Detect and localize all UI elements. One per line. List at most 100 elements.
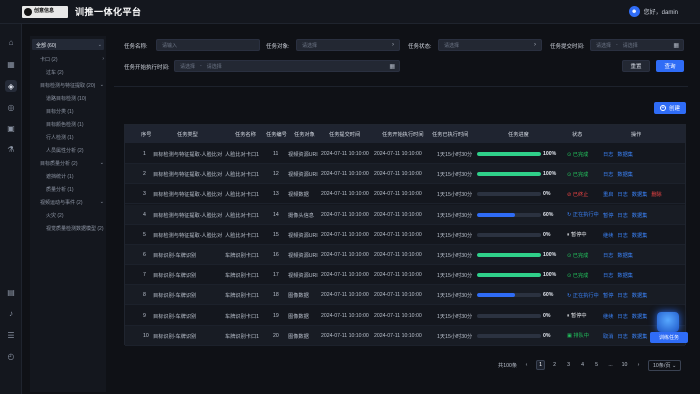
page-button[interactable]: 4 xyxy=(578,360,587,370)
chevron-right-icon: › xyxy=(534,42,536,48)
cell-no: 1 xyxy=(143,151,146,157)
cell-start: 2024-07-11 10:10:00 xyxy=(374,272,422,279)
tree-node[interactable]: 行人检测 (1) xyxy=(46,134,74,141)
action-link[interactable]: 数据集 xyxy=(617,273,633,279)
progress-percent: 100% xyxy=(543,252,557,258)
reset-button[interactable]: 重置 xyxy=(622,60,650,72)
table-row: 1 目标检测与特征提取-人脸比对 人脸比对卡口1 11 视频资源URI 2024-07-1… xyxy=(125,144,685,164)
action-link[interactable]: 日志 xyxy=(617,314,627,320)
cell-name: 人脸比对卡口1 xyxy=(225,232,260,239)
brand-logo[interactable]: 创意信息 xyxy=(22,5,68,18)
tree-node[interactable]: 目标检测与特征提取 (20) xyxy=(40,82,95,89)
action-link[interactable]: 继续 xyxy=(603,233,613,239)
action-link[interactable]: 数据集 xyxy=(632,213,648,219)
tree-node[interactable]: 质量分析 (1) xyxy=(46,186,74,193)
action-link[interactable]: 日志 xyxy=(603,273,613,279)
status-badge: ▣ 排队中 xyxy=(567,332,589,339)
status-text: 已完成 xyxy=(572,171,589,178)
tree-node[interactable]: 火灾 (2) xyxy=(46,212,64,219)
action-link[interactable]: 数据集 xyxy=(632,192,648,198)
action-link[interactable]: 日志 xyxy=(617,213,627,219)
action-link[interactable]: 删除 xyxy=(651,192,661,198)
cell-no: 8 xyxy=(143,292,146,299)
bell-icon[interactable]: ♪ xyxy=(5,307,17,319)
tree-node[interactable]: 卡口 (2) xyxy=(40,56,58,63)
tree-node[interactable]: 目标分类 (1) xyxy=(46,108,74,115)
action-link[interactable]: 数据集 xyxy=(617,172,633,178)
action-link[interactable]: 日志 xyxy=(617,334,627,340)
training-task-widget[interactable]: 训练任务 xyxy=(650,312,688,344)
action-link[interactable]: 日志 xyxy=(617,293,627,299)
tree-node[interactable]: 人员属性分析 (2) xyxy=(46,147,84,154)
tree-root[interactable]: 全部 (60) ⌄ xyxy=(32,39,104,50)
book-icon[interactable]: ▤ xyxy=(5,286,17,298)
cell-name: 车牌识别卡口1 xyxy=(225,253,260,259)
action-link[interactable]: 日志 xyxy=(617,233,627,239)
col-header: 任务名称 xyxy=(235,132,256,138)
frame-icon[interactable]: ▣ xyxy=(5,122,17,134)
target-icon[interactable]: ◎ xyxy=(5,101,17,113)
page-button[interactable]: 5 xyxy=(592,360,601,370)
home-icon[interactable]: ⌂ xyxy=(5,36,17,48)
action-link[interactable]: 日志 xyxy=(603,152,613,158)
cell-elapsed: 1天15小时30分 xyxy=(437,172,473,179)
action-link[interactable]: 数据集 xyxy=(632,233,648,239)
next-page-button[interactable]: › xyxy=(634,360,643,370)
flask-icon[interactable]: ⚗ xyxy=(5,143,17,155)
tree-node[interactable]: 目标颜色检测 (1) xyxy=(46,121,84,128)
cell-no: 7 xyxy=(143,272,146,279)
page-button[interactable]: 1 xyxy=(536,360,546,370)
cell-no: 6 xyxy=(143,252,146,258)
page-button[interactable]: 3 xyxy=(564,360,573,370)
action-link[interactable]: 数据集 xyxy=(617,253,633,259)
progress-percent: 60% xyxy=(543,211,554,218)
create-button[interactable]: + 创建 xyxy=(654,102,686,114)
cell-submit: 2024-07-11 10:10:00 xyxy=(321,332,369,339)
submit-time-range[interactable]: 请选择 - 请选择 ▦ xyxy=(590,39,684,51)
task-name-input[interactable]: 请输入 xyxy=(156,39,260,51)
task-status-label: 任务状态: xyxy=(408,44,432,50)
status-badge: ⊙ 已完成 xyxy=(567,151,588,158)
tree-node[interactable]: 道路目标检测 (10) xyxy=(46,95,86,102)
start-time-range[interactable]: 请选择 - 请选择 ▦ xyxy=(174,60,400,72)
action-link[interactable]: 取消 xyxy=(603,334,613,340)
action-link[interactable]: 数据集 xyxy=(632,334,648,340)
sliders-icon[interactable]: ☰ xyxy=(5,329,17,341)
action-link[interactable]: 日志 xyxy=(603,253,613,259)
action-link[interactable]: 暂停 xyxy=(603,293,613,299)
user-menu[interactable]: ☻ 您好，damin xyxy=(628,6,678,17)
page-button[interactable]: 10 xyxy=(620,360,629,370)
cell-start: 2024-07-11 10:10:00 xyxy=(374,312,422,319)
page-size-select[interactable]: 10条/页 ⌄ xyxy=(648,359,682,371)
action-link[interactable]: 继续 xyxy=(603,314,613,320)
progress-bar xyxy=(477,232,541,237)
task-target-select[interactable]: 请选择 › xyxy=(296,39,400,51)
cell-target: 图像数据 xyxy=(288,333,309,340)
cell-type: 目标检测与特征提取-人脸比对 xyxy=(153,192,223,199)
action-link[interactable]: 重启 xyxy=(603,192,613,198)
cell-submit: 2024-07-11 10:10:00 xyxy=(321,191,369,198)
tree-node[interactable]: 过车 (2) xyxy=(46,69,64,76)
prev-page-button[interactable]: ‹ xyxy=(522,360,531,370)
tree-node[interactable]: 遮挡统计 (1) xyxy=(46,173,74,180)
action-link[interactable]: 日志 xyxy=(603,172,613,178)
action-link[interactable]: 数据集 xyxy=(632,293,648,299)
cell-elapsed: 1天15小时30分 xyxy=(437,192,473,199)
clock-icon[interactable]: ◴ xyxy=(5,350,17,362)
tree-node[interactable]: 视频运动与事件 (2) xyxy=(40,199,83,206)
tree-node[interactable]: 目标质量分析 (2) xyxy=(40,160,78,167)
action-link[interactable]: 暂停 xyxy=(603,213,613,219)
grid-icon[interactable]: ▦ xyxy=(5,58,17,70)
cell-start: 2024-07-11 10:10:00 xyxy=(374,231,422,238)
cell-elapsed: 1天15小时30分 xyxy=(437,293,473,300)
cell-id: 20 xyxy=(273,332,279,339)
query-button[interactable]: 查询 xyxy=(656,60,684,72)
action-link[interactable]: 数据集 xyxy=(632,314,648,320)
page-button[interactable]: 2 xyxy=(550,360,559,370)
tree-node[interactable]: 视觉质量检测数据模型 (2) xyxy=(46,225,104,232)
cell-type: 目标检测与特征提取-人脸比对 xyxy=(153,212,223,219)
task-status-select[interactable]: 请选择 › xyxy=(438,39,542,51)
model-icon[interactable]: ◈ xyxy=(5,80,17,92)
action-link[interactable]: 数据集 xyxy=(617,152,633,158)
action-link[interactable]: 日志 xyxy=(617,192,627,198)
